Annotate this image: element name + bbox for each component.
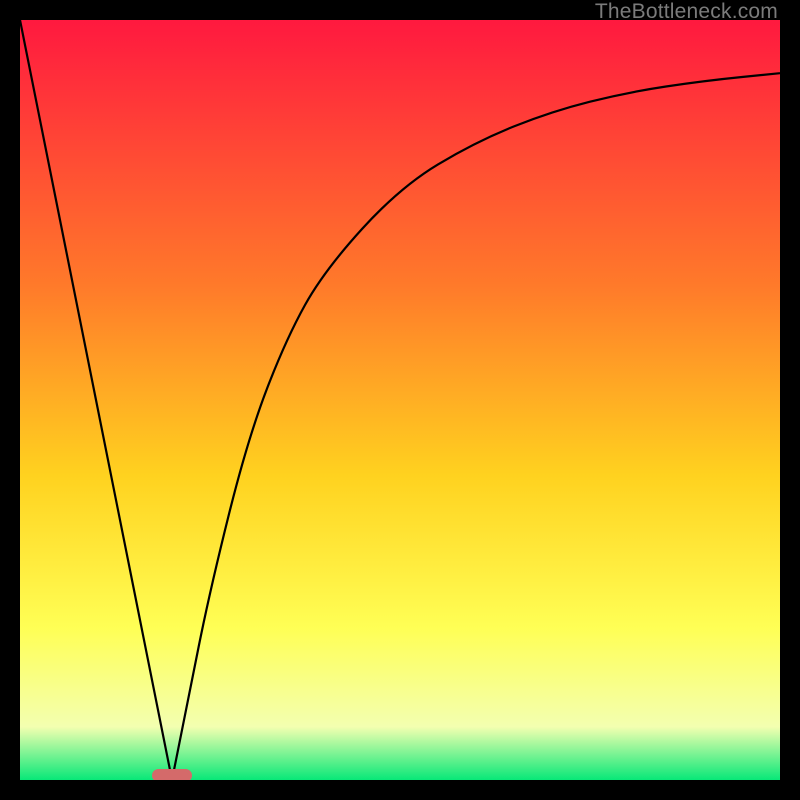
bottleneck-chart	[20, 20, 780, 780]
watermark-text: TheBottleneck.com	[595, 0, 778, 24]
minimum-marker	[152, 769, 192, 780]
gradient-background	[20, 20, 780, 780]
chart-frame	[20, 20, 780, 780]
